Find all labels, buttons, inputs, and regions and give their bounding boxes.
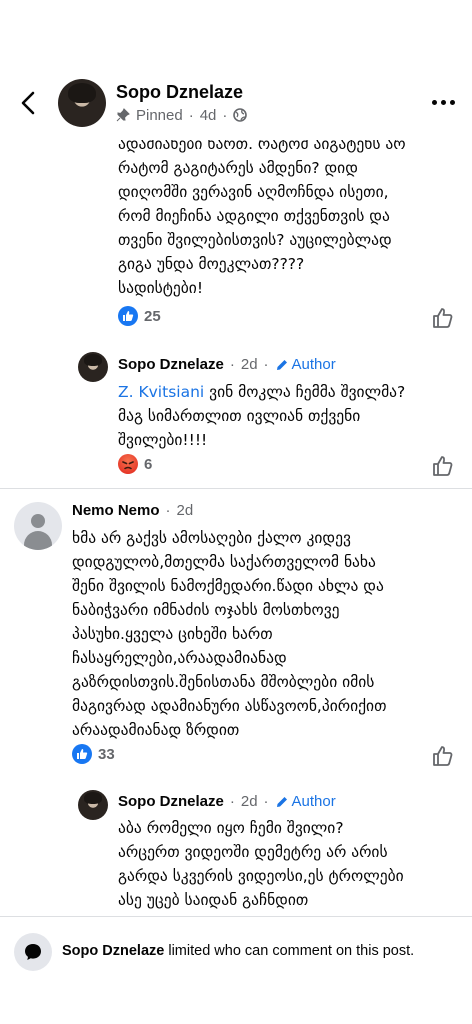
reaction-summary[interactable]: 33 bbox=[72, 744, 115, 764]
restriction-message: Sopo Dznelaze limited who can comment on… bbox=[62, 943, 414, 959]
reaction-count: 33 bbox=[98, 745, 115, 763]
divider bbox=[0, 488, 472, 489]
comment-text: ხმა არ გაქვს ამოსაღები ქალო კიდევ დიდგულ… bbox=[72, 529, 387, 739]
comment-time[interactable]: 2d bbox=[241, 356, 258, 373]
meta-dot: · bbox=[188, 106, 194, 124]
like-reaction-icon bbox=[72, 744, 92, 764]
comment: Z. Kvitsiani ვინ მოკლა ჩემმა შვილმა? მაგ… bbox=[118, 380, 458, 452]
pinned-label: Pinned bbox=[136, 106, 183, 124]
restriction-text: limited who can comment on this post. bbox=[164, 943, 415, 959]
post-meta: Pinned · 4d · bbox=[116, 106, 248, 124]
comment-time[interactable]: 2d bbox=[177, 502, 194, 519]
avatar[interactable] bbox=[78, 352, 108, 382]
post-header: Sopo Dznelaze Pinned · 4d · bbox=[0, 0, 472, 140]
avatar[interactable] bbox=[58, 79, 106, 127]
mention-link[interactable]: Z. Kvitsiani bbox=[118, 383, 204, 401]
like-button-icon[interactable] bbox=[431, 454, 455, 478]
comment: აბა რომელი იყო ჩემი შვილი? არცერთ ვიდეოშ… bbox=[118, 816, 463, 912]
comment-time[interactable]: 2d bbox=[241, 793, 258, 810]
comment-author-name[interactable]: Sopo Dznelaze bbox=[118, 793, 224, 810]
author-badge: Author bbox=[275, 356, 336, 373]
comment-author-name[interactable]: Sopo Dznelaze bbox=[118, 356, 224, 373]
like-button-icon[interactable] bbox=[431, 306, 455, 330]
comment: ხმა არ გაქვს ამოსაღები ქალო კიდევ დიდგულ… bbox=[72, 526, 462, 742]
post-author-name[interactable]: Sopo Dznelaze bbox=[116, 82, 243, 103]
comment-header: Sopo Dznelaze · 2d · Author bbox=[118, 793, 336, 810]
comment-restriction-bar: Sopo Dznelaze limited who can comment on… bbox=[0, 916, 472, 1024]
author-badge-label: Author bbox=[291, 793, 336, 810]
author-badge: Author bbox=[275, 793, 336, 810]
comment: ადამიანები ხართ. რატომ აიგატეხს არ რატომ… bbox=[118, 140, 458, 300]
post-age[interactable]: 4d bbox=[200, 107, 217, 124]
globe-icon bbox=[233, 108, 248, 122]
pencil-icon bbox=[276, 359, 287, 370]
comment-text: ადამიანები ხართ. რატომ აიგატეხს არ რატომ… bbox=[118, 140, 406, 297]
reaction-summary[interactable]: 25 bbox=[118, 306, 161, 326]
author-badge-label: Author bbox=[291, 356, 336, 373]
more-dots-icon[interactable] bbox=[428, 92, 458, 112]
avatar[interactable] bbox=[14, 502, 62, 550]
comment-bubble-icon bbox=[14, 933, 52, 971]
restriction-author[interactable]: Sopo Dznelaze bbox=[62, 943, 164, 959]
comment-header: Nemo Nemo · 2d bbox=[72, 502, 194, 519]
like-reaction-icon bbox=[118, 306, 138, 326]
avatar[interactable] bbox=[78, 790, 108, 820]
like-button-icon[interactable] bbox=[431, 744, 455, 768]
meta-dot: · bbox=[222, 106, 228, 124]
pin-icon bbox=[116, 108, 130, 122]
pencil-icon bbox=[276, 796, 287, 807]
reaction-summary[interactable]: 6 bbox=[118, 454, 152, 474]
comment-text: აბა რომელი იყო ჩემი შვილი? არცერთ ვიდეოშ… bbox=[118, 819, 404, 909]
comment-author-name[interactable]: Nemo Nemo bbox=[72, 502, 160, 519]
comments-list: ადამიანები ხართ. რატომ აიგატეხს არ რატომ… bbox=[0, 140, 472, 916]
reaction-count: 6 bbox=[144, 455, 153, 473]
reaction-count: 25 bbox=[144, 307, 161, 325]
back-chevron-icon[interactable] bbox=[14, 88, 44, 118]
angry-reaction-icon bbox=[118, 454, 138, 474]
comment-header: Sopo Dznelaze · 2d · Author bbox=[118, 356, 336, 373]
